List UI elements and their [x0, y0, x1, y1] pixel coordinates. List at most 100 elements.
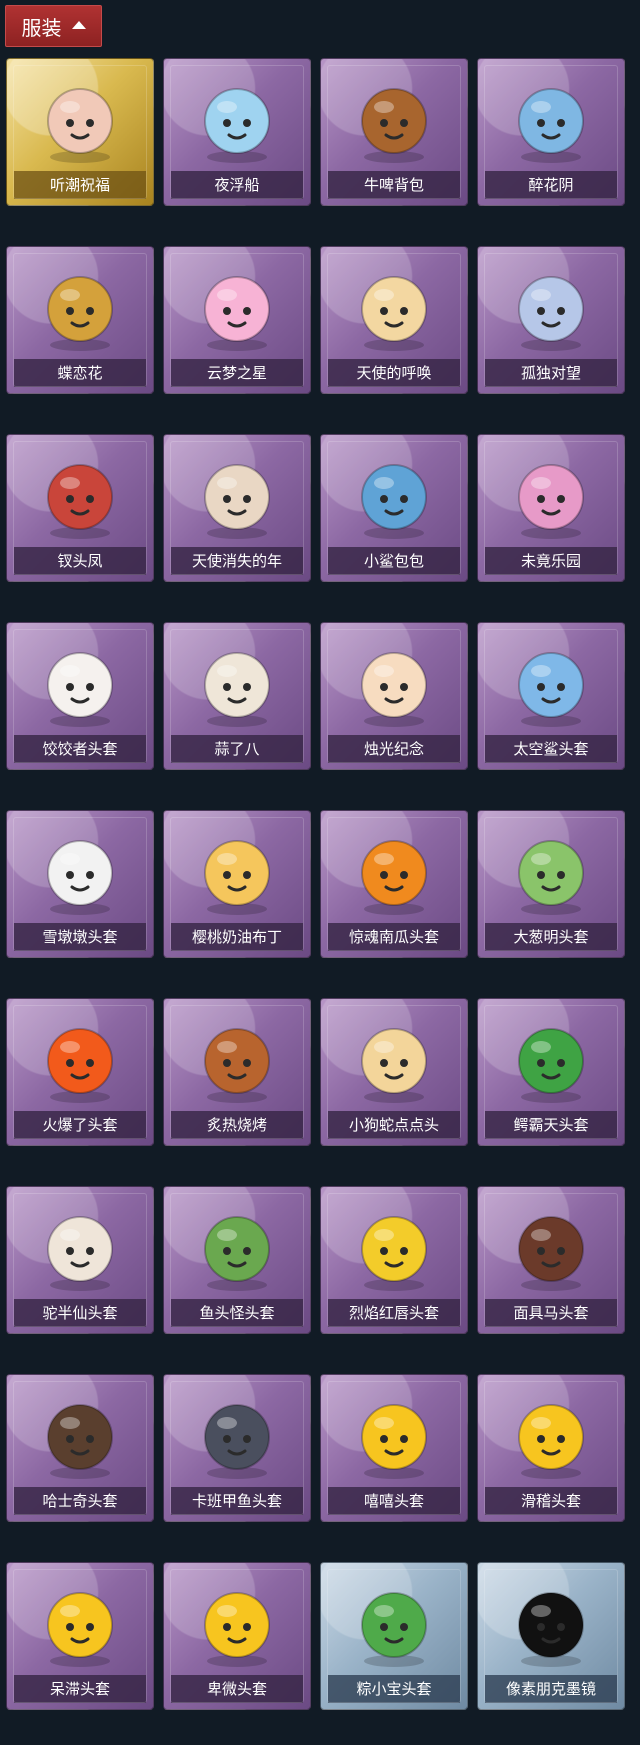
- pudding-head-icon: [189, 823, 285, 919]
- crocodile-head-icon: [503, 1011, 599, 1107]
- costume-item-label: 鳄霸天头套: [485, 1111, 617, 1139]
- costume-item-card[interactable]: 滑稽头套: [477, 1374, 625, 1522]
- costume-item-label: 驼半仙头套: [14, 1299, 146, 1327]
- fire-head-icon: [32, 1011, 128, 1107]
- horse-mask-icon: [503, 1199, 599, 1295]
- dazed-emoji-head-icon: [32, 1575, 128, 1671]
- costume-item-card[interactable]: 烈焰红唇头套: [320, 1186, 468, 1334]
- costume-item-card[interactable]: 蝶恋花: [6, 246, 154, 394]
- costume-item-card[interactable]: 钗头凤: [6, 434, 154, 582]
- costume-item-card[interactable]: 哈士奇头套: [6, 1374, 154, 1522]
- doll-figure-icon: [32, 71, 128, 167]
- costume-item-card[interactable]: 炙热烧烤: [163, 998, 311, 1146]
- costume-grid: 听潮祝福 夜浮船 牛啤背包 醉花阴 蝶恋花 云梦之星 天使的呼唤 孤独对望 钗头凤 天使消失的年小…: [6, 58, 625, 1710]
- costume-item-card[interactable]: 夜浮船: [163, 58, 311, 206]
- costume-item-card[interactable]: 烛光纪念: [320, 622, 468, 770]
- pikachu-mask-icon: [346, 1199, 442, 1295]
- dumpling-head-icon: [32, 635, 128, 731]
- costume-item-label: 鱼头怪头套: [171, 1299, 303, 1327]
- costume-item-label: 牛啤背包: [328, 171, 460, 199]
- costume-item-label: 面具马头套: [485, 1299, 617, 1327]
- costume-item-card[interactable]: 牛啤背包: [320, 58, 468, 206]
- costume-item-card[interactable]: 饺饺者头套: [6, 622, 154, 770]
- costume-category-toggle[interactable]: 服装: [5, 5, 102, 47]
- costume-item-card[interactable]: 蒜了八: [163, 622, 311, 770]
- costume-item-card[interactable]: 小鲨包包: [320, 434, 468, 582]
- costume-item-card[interactable]: 鱼头怪头套: [163, 1186, 311, 1334]
- costume-item-card[interactable]: 火爆了头套: [6, 998, 154, 1146]
- bunny-girl-icon: [503, 447, 599, 543]
- category-label: 服装: [21, 15, 62, 40]
- costume-item-card[interactable]: 面具马头套: [477, 1186, 625, 1334]
- costume-item-label: 樱桃奶油布丁: [171, 923, 303, 951]
- costume-item-label: 嘻嘻头套: [328, 1487, 460, 1515]
- costume-item-label: 钗头凤: [14, 547, 146, 575]
- costume-item-card[interactable]: 粽小宝头套: [320, 1562, 468, 1710]
- costume-item-label: 夜浮船: [171, 171, 303, 199]
- unicorn-cloud-icon: [189, 259, 285, 355]
- costume-item-label: 蒜了八: [171, 735, 303, 763]
- costume-item-card[interactable]: 卡班甲鱼头套: [163, 1374, 311, 1522]
- costume-item-label: 雪墩墩头套: [14, 923, 146, 951]
- snake-head-icon: [346, 1011, 442, 1107]
- costume-item-label: 孤独对望: [485, 359, 617, 387]
- husky-head-icon: [32, 1387, 128, 1483]
- costume-item-label: 呆滞头套: [14, 1675, 146, 1703]
- costume-item-card[interactable]: 樱桃奶油布丁: [163, 810, 311, 958]
- phoenix-crown-doll-icon: [32, 447, 128, 543]
- bear-glasses-head-icon: [32, 1199, 128, 1295]
- space-shark-head-icon: [503, 635, 599, 731]
- costume-item-card[interactable]: 像素朋克墨镜: [477, 1562, 625, 1710]
- bbq-meat-head-icon: [189, 1011, 285, 1107]
- costume-item-card[interactable]: 呆滞头套: [6, 1562, 154, 1710]
- costume-item-label: 饺饺者头套: [14, 735, 146, 763]
- costume-item-card[interactable]: 大葱明头套: [477, 810, 625, 958]
- costume-item-card[interactable]: 天使的呼唤: [320, 246, 468, 394]
- halo-girl-icon: [189, 447, 285, 543]
- costume-item-label: 太空鲨头套: [485, 735, 617, 763]
- costume-item-label: 蝶恋花: [14, 359, 146, 387]
- costume-item-label: 滑稽头套: [485, 1487, 617, 1515]
- costume-item-label: 火爆了头套: [14, 1111, 146, 1139]
- costume-item-label: 大葱明头套: [485, 923, 617, 951]
- humble-emoji-head-icon: [189, 1575, 285, 1671]
- costume-item-card[interactable]: 太空鲨头套: [477, 622, 625, 770]
- costume-item-card[interactable]: 嘻嘻头套: [320, 1374, 468, 1522]
- shark-bag-icon: [346, 447, 442, 543]
- fish-mask-icon: [189, 1199, 285, 1295]
- costume-item-label: 粽小宝头套: [328, 1675, 460, 1703]
- costume-item-label: 哈士奇头套: [14, 1487, 146, 1515]
- costume-item-card[interactable]: 鳄霸天头套: [477, 998, 625, 1146]
- costume-item-label: 炙热烧烤: [171, 1111, 303, 1139]
- garlic-head-icon: [189, 635, 285, 731]
- angel-doll-icon: [346, 259, 442, 355]
- costume-item-card[interactable]: 雪墩墩头套: [6, 810, 154, 958]
- zongzi-head-icon: [346, 1575, 442, 1671]
- costume-item-label: 云梦之星: [171, 359, 303, 387]
- costume-item-card[interactable]: 卑微头套: [163, 1562, 311, 1710]
- pumpkin-head-icon: [346, 823, 442, 919]
- costume-item-label: 烈焰红唇头套: [328, 1299, 460, 1327]
- costume-item-card[interactable]: 孤独对望: [477, 246, 625, 394]
- costume-item-label: 惊魂南瓜头套: [328, 923, 460, 951]
- girl-charm-icon: [503, 259, 599, 355]
- costume-item-label: 烛光纪念: [328, 735, 460, 763]
- costume-item-label: 听潮祝福: [14, 171, 146, 199]
- costume-item-card[interactable]: 醉花阴: [477, 58, 625, 206]
- costume-item-label: 天使消失的年: [171, 547, 303, 575]
- smirk-emoji-head-icon: [503, 1387, 599, 1483]
- costume-item-label: 天使的呼唤: [328, 359, 460, 387]
- costume-item-card[interactable]: 小狗蛇点点头: [320, 998, 468, 1146]
- costume-item-label: 醉花阴: [485, 171, 617, 199]
- costume-item-card[interactable]: 云梦之星: [163, 246, 311, 394]
- costume-item-card[interactable]: 天使消失的年: [163, 434, 311, 582]
- chevron-up-icon: [71, 21, 86, 29]
- beer-barrel-pig-icon: [346, 71, 442, 167]
- costume-item-card[interactable]: 驼半仙头套: [6, 1186, 154, 1334]
- costume-item-label: 小狗蛇点点头: [328, 1111, 460, 1139]
- costume-item-card[interactable]: 听潮祝福: [6, 58, 154, 206]
- costume-item-card[interactable]: 惊魂南瓜头套: [320, 810, 468, 958]
- costume-item-label: 像素朋克墨镜: [485, 1675, 617, 1703]
- candle-head-icon: [346, 635, 442, 731]
- costume-item-card[interactable]: 未竟乐园: [477, 434, 625, 582]
